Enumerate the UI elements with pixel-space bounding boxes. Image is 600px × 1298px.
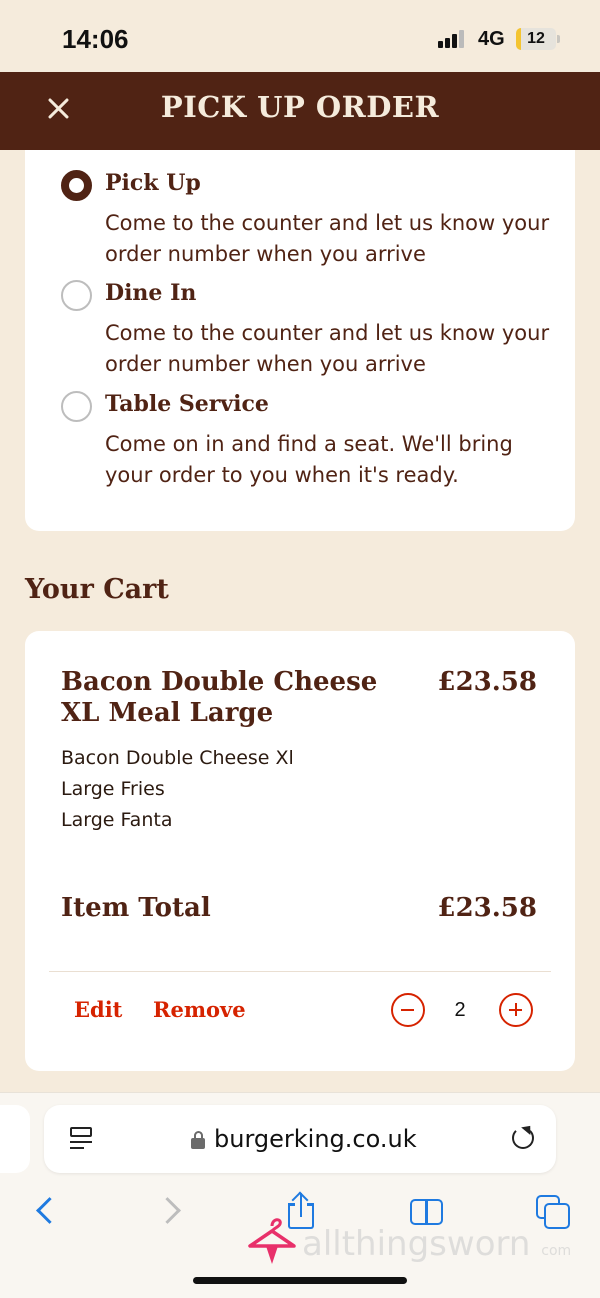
item-components: Bacon Double Cheese Xl Large Fries Large… bbox=[61, 743, 294, 836]
browser-toolbar: burgerking.co.uk bbox=[0, 1092, 600, 1298]
option-title: Pick Up bbox=[105, 170, 201, 196]
option-description: Come to the counter and let us know your… bbox=[105, 321, 550, 376]
radio-dine-in[interactable] bbox=[61, 280, 92, 311]
battery-level: 12 bbox=[527, 30, 545, 47]
item-total-value: £23.58 bbox=[437, 893, 537, 923]
status-bar: 14:06 4G 12 bbox=[0, 0, 600, 72]
remove-button[interactable]: Remove bbox=[153, 997, 246, 1022]
reader-mode-icon[interactable] bbox=[70, 1127, 92, 1151]
address-bar[interactable]: burgerking.co.uk bbox=[44, 1105, 556, 1173]
radio-pick-up[interactable] bbox=[61, 170, 92, 201]
option-title: Table Service bbox=[105, 391, 269, 417]
header-bar: PICK UP ORDER bbox=[0, 72, 600, 150]
item-component: Large Fanta bbox=[61, 809, 173, 831]
lock-icon bbox=[191, 1131, 205, 1149]
watermark: allthingsworn com bbox=[302, 1224, 572, 1264]
increase-quantity-button[interactable] bbox=[499, 993, 533, 1027]
divider bbox=[49, 971, 551, 972]
decrease-quantity-button[interactable] bbox=[391, 993, 425, 1027]
url-text[interactable]: burgerking.co.uk bbox=[214, 1125, 417, 1153]
previous-tab-preview[interactable] bbox=[0, 1105, 30, 1173]
quantity-value: 2 bbox=[454, 999, 466, 1021]
item-component: Large Fries bbox=[61, 778, 165, 800]
page-title: PICK UP ORDER bbox=[160, 90, 440, 124]
back-icon[interactable] bbox=[34, 1193, 54, 1233]
edit-button[interactable]: Edit bbox=[74, 997, 122, 1022]
home-indicator[interactable] bbox=[193, 1277, 407, 1284]
item-name: Bacon Double Cheese XL Meal Large bbox=[61, 667, 378, 728]
network-type: 4G bbox=[478, 28, 505, 50]
battery-tip bbox=[557, 35, 560, 43]
service-options-card: Pick Up Come to the counter and let us k… bbox=[25, 120, 575, 531]
cart-title: Your Cart bbox=[25, 574, 169, 605]
signal-icon bbox=[438, 30, 468, 48]
item-total-label: Item Total bbox=[61, 893, 211, 923]
cart-card: Bacon Double Cheese XL Meal Large £23.58… bbox=[25, 631, 575, 1071]
reload-icon[interactable] bbox=[512, 1127, 534, 1149]
hanger-logo-icon bbox=[248, 1218, 296, 1264]
forward-icon[interactable] bbox=[160, 1193, 180, 1233]
option-description: Come on in and find a seat. We'll bring … bbox=[105, 432, 513, 487]
item-price: £23.58 bbox=[437, 667, 537, 697]
radio-table-service[interactable] bbox=[61, 391, 92, 422]
status-time: 14:06 bbox=[62, 24, 129, 54]
option-description: Come to the counter and let us know your… bbox=[105, 211, 550, 266]
item-component: Bacon Double Cheese Xl bbox=[61, 747, 294, 769]
option-title: Dine In bbox=[105, 280, 197, 306]
battery-icon: 12 bbox=[516, 28, 556, 50]
